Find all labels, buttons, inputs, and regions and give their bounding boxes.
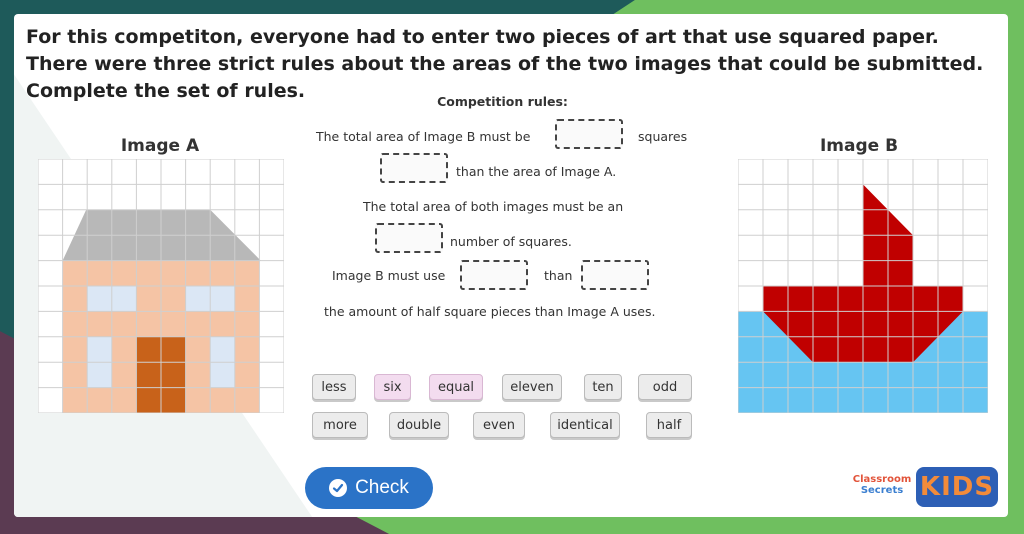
word-chip-ten[interactable]: ten <box>584 374 622 400</box>
rule1-text-a: The total area of Image B must be <box>316 129 531 144</box>
word-chip-identical[interactable]: identical <box>550 412 620 438</box>
rule3-dropbox-1[interactable] <box>460 260 528 290</box>
rule1-text-c: than the area of Image A. <box>456 164 617 179</box>
image-a-grid <box>38 159 284 413</box>
rule3-text-a: Image B must use <box>332 268 446 283</box>
question-text: For this competiton, everyone had to ent… <box>26 26 984 102</box>
rules-title: Competition rules: <box>437 94 568 109</box>
rule1-dropbox-1[interactable] <box>555 119 623 149</box>
word-chip-odd[interactable]: odd <box>638 374 692 400</box>
word-chip-double[interactable]: double <box>389 412 449 438</box>
rule1-dropbox-2[interactable] <box>380 153 448 183</box>
rule3-dropbox-2[interactable] <box>581 260 649 290</box>
image-b-grid <box>738 159 988 413</box>
word-chip-eleven[interactable]: eleven <box>502 374 562 400</box>
checkmark-icon <box>329 479 348 497</box>
rule2-text-b: number of squares. <box>450 234 572 249</box>
classroom-secrets-logo: Classroom Secrets <box>842 474 922 506</box>
rule2-text-a: The total area of both images must be an <box>363 199 624 214</box>
word-chip-even[interactable]: even <box>473 412 525 438</box>
kids-logo: KIDS <box>916 467 998 507</box>
rule1-text-b: squares <box>638 129 688 144</box>
check-button[interactable]: Check <box>305 467 433 509</box>
word-chip-equal[interactable]: equal <box>429 374 483 400</box>
check-button-label: Check <box>355 477 409 498</box>
word-chip-more[interactable]: more <box>312 412 368 438</box>
rule3-text-c: the amount of half square pieces than Im… <box>324 304 656 319</box>
word-chip-six[interactable]: six <box>374 374 411 400</box>
rule3-text-b: than <box>544 268 573 283</box>
word-chip-less[interactable]: less <box>312 374 356 400</box>
image-a-title: Image A <box>120 136 200 156</box>
logo-line-1: Classroom <box>852 474 912 485</box>
rule2-dropbox[interactable] <box>375 223 443 253</box>
image-b-title: Image B <box>819 136 899 156</box>
word-chip-half[interactable]: half <box>646 412 692 438</box>
question-card: For this competiton, everyone had to ent… <box>14 14 1008 517</box>
logo-line-2: Secrets <box>860 485 904 496</box>
